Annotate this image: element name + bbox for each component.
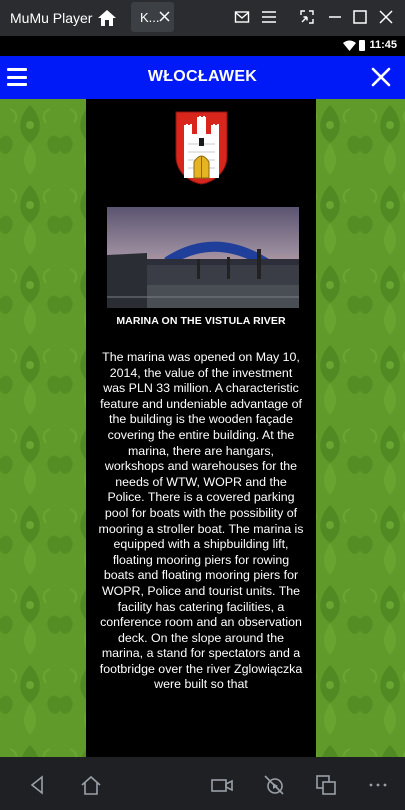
mail-icon[interactable] xyxy=(234,9,250,25)
status-bar: 11:45 xyxy=(0,36,405,56)
navigation-bar xyxy=(0,757,405,810)
wifi-icon xyxy=(343,40,356,51)
marina-photo xyxy=(107,207,299,308)
no-video-icon[interactable] xyxy=(263,774,285,796)
emulator-title-bar: MuMu Player K... xyxy=(0,0,405,36)
article-body: The marina was opened on May 10, 2014, t… xyxy=(98,350,304,692)
more-icon[interactable] xyxy=(367,774,389,796)
back-icon[interactable] xyxy=(27,774,49,796)
coat-of-arms xyxy=(175,111,228,185)
emulator-tab[interactable]: K... xyxy=(131,2,174,32)
close-icon[interactable] xyxy=(378,9,394,25)
tab-close-icon[interactable] xyxy=(158,10,171,23)
page-title: WŁOCŁAWEK xyxy=(147,68,258,85)
minimize-icon[interactable] xyxy=(327,9,343,25)
close-x-icon[interactable] xyxy=(370,66,392,88)
app-header: WŁOCŁAWEK xyxy=(0,56,405,99)
content-panel[interactable]: MARINA ON THE VISTULA RIVER The marina w… xyxy=(86,99,316,757)
status-time: 11:45 xyxy=(369,39,397,51)
battery-icon xyxy=(359,40,365,51)
screenshot-icon[interactable] xyxy=(299,9,315,25)
home-icon[interactable] xyxy=(80,774,102,796)
emulator-tab-label: K... xyxy=(140,9,160,25)
maximize-icon[interactable] xyxy=(352,9,368,25)
multi-window-icon[interactable] xyxy=(315,774,337,796)
camera-icon[interactable] xyxy=(211,774,233,796)
photo-caption: MARINA ON THE VISTULA RIVER xyxy=(116,315,286,327)
home-icon[interactable] xyxy=(96,8,118,28)
menu-icon[interactable] xyxy=(261,9,277,25)
emulator-title: MuMu Player xyxy=(10,10,93,26)
